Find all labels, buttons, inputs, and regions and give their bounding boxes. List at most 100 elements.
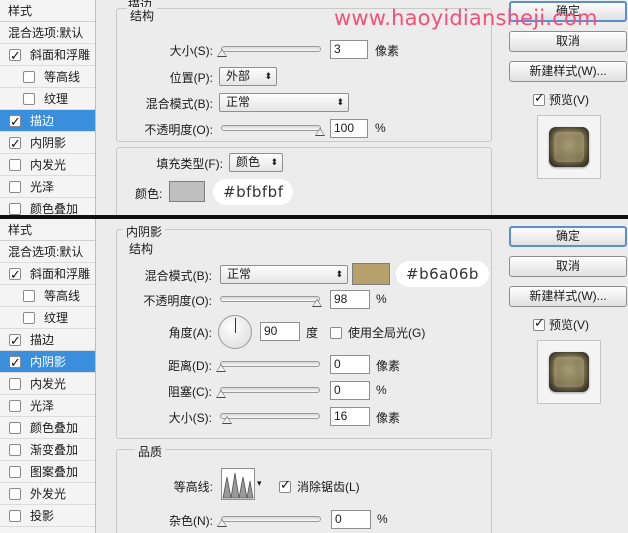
style-list-item[interactable]: 纹理 [0, 88, 95, 110]
choke-input[interactable]: 0 [330, 381, 370, 400]
preview-check-icon[interactable] [533, 316, 545, 331]
style-checkbox-icon[interactable] [9, 265, 21, 287]
style-checkbox-icon[interactable] [9, 510, 21, 522]
blend-mode-select[interactable]: 正常 ⬍ [220, 265, 348, 284]
fill-type-select[interactable]: 颜色 ⬍ [229, 153, 283, 172]
noise-input[interactable]: 0 [331, 510, 371, 529]
opacity-slider-thumb[interactable] [315, 128, 325, 136]
style-list-item[interactable]: 颜色叠加 [0, 198, 95, 216]
style-list-item[interactable]: 投影 [0, 505, 95, 527]
position-select[interactable]: 外部 ⬍ [219, 67, 277, 86]
size-slider-thumb[interactable] [217, 49, 227, 57]
style-list-item[interactable]: 光泽 [0, 176, 95, 198]
contour-picker[interactable] [221, 468, 255, 500]
preview-checkbox[interactable]: 预览(V) [533, 91, 589, 108]
angle-dial[interactable] [218, 315, 252, 349]
style-checkbox-icon[interactable] [23, 312, 35, 324]
size-input[interactable]: 3 [330, 40, 368, 59]
shadow-color-swatch[interactable] [352, 263, 390, 285]
global-light-checkbox[interactable]: 使用全局光(G) [330, 324, 425, 341]
size-slider[interactable] [220, 413, 320, 424]
style-list-item-label: 混合选项:默认 [8, 245, 84, 259]
style-list-item[interactable]: 描边 [0, 110, 95, 134]
opacity-unit: % [375, 121, 386, 135]
contour-dropdown-icon[interactable]: ▾ [257, 478, 262, 489]
preview-checkbox[interactable]: 预览(V) [533, 316, 589, 333]
style-checkbox-icon[interactable] [9, 112, 21, 134]
style-list-item[interactable]: 斜面和浮雕 [0, 263, 95, 287]
distance-slider[interactable] [216, 361, 320, 372]
style-checkbox-icon[interactable] [9, 444, 21, 456]
style-list-item[interactable]: 渐变叠加 [0, 439, 95, 461]
global-light-check-icon[interactable] [330, 327, 342, 339]
preview-check-icon[interactable] [533, 91, 545, 106]
style-list-item-label: 内阴影 [30, 355, 67, 369]
contour-label: 等高线: [173, 480, 213, 494]
distance-slider-thumb[interactable] [216, 364, 226, 372]
style-checkbox-icon[interactable] [9, 400, 21, 412]
style-list-item[interactable]: 图案叠加 [0, 461, 95, 483]
ok-button[interactable]: 确定 [509, 226, 627, 247]
style-checkbox-icon[interactable] [23, 93, 35, 105]
style-list-item[interactable]: 内发光 [0, 154, 95, 176]
style-checkbox-icon[interactable] [23, 71, 35, 83]
style-list-item[interactable]: 描边 [0, 329, 95, 353]
style-checkbox-icon[interactable] [9, 422, 21, 434]
choke-slider-thumb[interactable] [216, 390, 226, 398]
size-slider-thumb[interactable] [221, 416, 232, 424]
distance-input[interactable]: 0 [330, 355, 370, 374]
blend-mode-select[interactable]: 正常 ⬍ [219, 93, 349, 112]
opacity-input[interactable]: 98 [330, 290, 370, 309]
new-style-button[interactable]: 新建样式(W)... [509, 61, 627, 82]
style-checkbox-icon[interactable] [9, 203, 21, 215]
style-checkbox-icon[interactable] [9, 134, 21, 156]
style-list-item-label: 颜色叠加 [30, 202, 79, 216]
style-checkbox-icon[interactable] [9, 378, 21, 390]
style-list-item[interactable]: 混合选项:默认 [0, 22, 95, 44]
opacity-slider-thumb[interactable] [312, 299, 323, 307]
style-list-item-label: 等高线 [44, 70, 81, 84]
style-list-item[interactable]: 纹理 [0, 307, 95, 329]
style-checkbox-icon[interactable] [9, 46, 21, 68]
noise-slider[interactable] [217, 516, 321, 527]
noise-slider-thumb[interactable] [217, 519, 227, 527]
style-checkbox-icon[interactable] [9, 488, 21, 500]
style-list-item-label: 混合选项:默认 [8, 26, 84, 40]
style-checkbox-icon[interactable] [9, 466, 21, 478]
style-checkbox-icon[interactable] [9, 353, 21, 375]
style-checkbox-icon[interactable] [9, 159, 21, 171]
style-checkbox-icon[interactable] [23, 290, 35, 302]
style-checkbox-icon[interactable] [9, 181, 21, 193]
fill-group: 填充类型(F): 颜色 ⬍ 颜色: #bfbfbf [116, 147, 492, 216]
new-style-button[interactable]: 新建样式(W)... [509, 286, 627, 307]
style-list-item[interactable]: 斜面和浮雕 [0, 44, 95, 68]
size-input[interactable]: 16 [330, 407, 370, 426]
structure-legend: 结构 [126, 240, 157, 257]
style-list-item[interactable]: 光泽 [0, 395, 95, 417]
preview-thumbnail [537, 340, 601, 404]
opacity-slider[interactable] [220, 296, 323, 307]
style-list-item[interactable]: 等高线 [0, 285, 95, 307]
style-checkbox-icon[interactable] [9, 331, 21, 353]
stroke-color-swatch[interactable] [169, 181, 205, 202]
opacity-input[interactable]: 100 [330, 119, 368, 138]
style-list-item[interactable]: 等高线 [0, 66, 95, 88]
opacity-slider[interactable] [221, 125, 325, 136]
style-list-item[interactable]: 混合选项:默认 [0, 241, 95, 263]
cancel-button[interactable]: 取消 [509, 256, 627, 277]
antialias-checkbox[interactable]: 消除锯齿(L) [279, 478, 360, 495]
angle-input[interactable]: 90 [260, 322, 300, 341]
choke-slider[interactable] [216, 387, 320, 398]
size-slider[interactable] [217, 46, 321, 57]
position-select-value: 外部 [226, 69, 251, 83]
style-list: 样式 混合选项:默认斜面和浮雕等高线纹理描边内阴影内发光光泽颜色叠加 [0, 0, 96, 216]
style-list-item[interactable]: 内阴影 [0, 351, 95, 375]
style-list-item[interactable]: 内阴影 [0, 132, 95, 156]
choke-unit: % [376, 383, 387, 397]
style-list-item[interactable]: 外发光 [0, 483, 95, 505]
style-list-item[interactable]: 颜色叠加 [0, 417, 95, 439]
style-list-item[interactable]: 内发光 [0, 373, 95, 395]
style-list: 样式 混合选项:默认斜面和浮雕等高线纹理描边内阴影内发光光泽颜色叠加渐变叠加图案… [0, 219, 96, 533]
cancel-button[interactable]: 取消 [509, 31, 627, 52]
antialias-check-icon[interactable] [279, 478, 291, 493]
